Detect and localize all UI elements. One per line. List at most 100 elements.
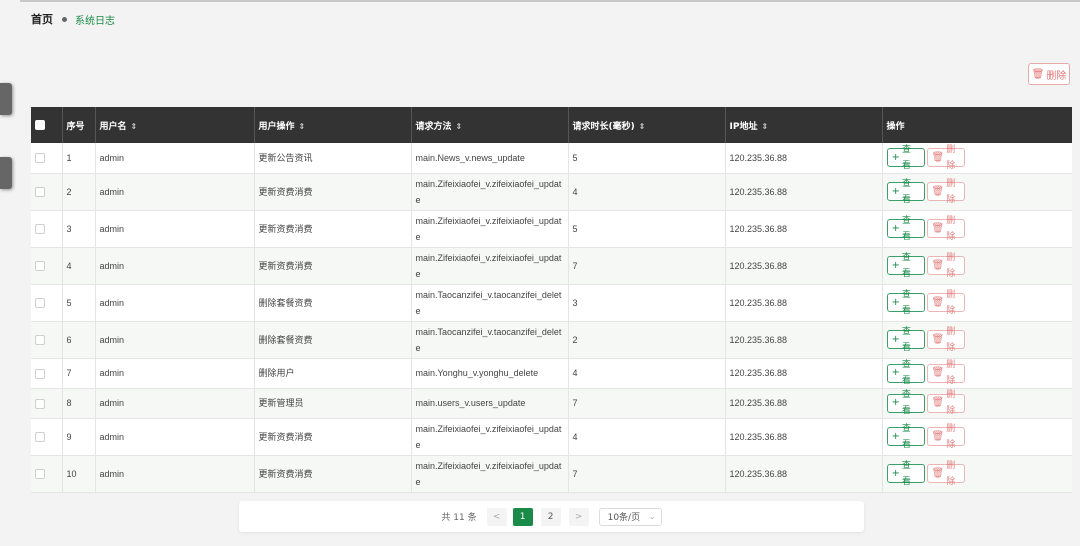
breadcrumb-separator [62, 16, 67, 22]
row-checkbox[interactable] [35, 432, 45, 443]
cell-user: admin [95, 247, 255, 285]
cell-operation: 更新资费消费 [254, 455, 412, 493]
view-button[interactable]: + 查看 [886, 424, 925, 450]
cell-ip: 120.235.36.88 [725, 455, 883, 493]
delete-label: 删除 [946, 390, 956, 416]
column-header-ip[interactable]: IP地址 ⇕ [725, 107, 883, 143]
table-row: 7 admin 删除用户 main.Yonghu_v.yonghu_delete 4 12… [31, 358, 1072, 389]
delete-button[interactable]: 🗑 删除 [926, 390, 965, 416]
sort-icon[interactable]: ⇕ [639, 122, 646, 131]
delete-button[interactable]: 🗑 删除 [926, 216, 965, 242]
delete-button[interactable]: 🗑 删除 [926, 290, 965, 316]
sidebar-toggle-tab[interactable] [0, 83, 12, 115]
pagination: 共 11 条 < 1 2 > 10条/页 ⌄ [239, 501, 864, 532]
delete-label: 删除 [946, 423, 956, 450]
column-header-actions: 操作 [886, 121, 905, 132]
delete-button[interactable]: 🗑 删除 [926, 360, 965, 386]
delete-label: 删除 [946, 215, 956, 242]
batch-delete-button[interactable]: 🗑 删除 [1028, 63, 1070, 85]
view-label: 查看 [901, 144, 911, 171]
row-select-cell [31, 210, 63, 248]
chevron-down-icon: ⌄ [648, 512, 656, 521]
view-button[interactable]: + 查看 [886, 290, 925, 316]
row-checkbox[interactable] [35, 187, 45, 198]
view-button[interactable]: + 查看 [886, 327, 925, 353]
view-label: 查看 [901, 178, 911, 205]
row-checkbox[interactable] [35, 153, 45, 164]
delete-label: 删除 [946, 252, 956, 279]
cell-method: main.Zifeixiaofei_v.zifeixiaofei_update [411, 418, 569, 456]
row-checkbox[interactable] [35, 368, 45, 379]
sort-icon[interactable]: ⇕ [761, 122, 768, 131]
view-button[interactable]: + 查看 [886, 145, 925, 171]
view-button[interactable]: + 查看 [886, 179, 925, 205]
trash-icon: 🗑 [931, 333, 945, 345]
row-checkbox[interactable] [35, 469, 45, 480]
column-header-duration[interactable]: 请求时长(毫秒) ⇕ [568, 107, 726, 143]
log-table-container: 序号 用户名 ⇕ 用户操作 ⇕ 请求方法 ⇕ 请求时长(毫秒) ⇕ IP地址 ⇕ 操作 1… [31, 107, 1072, 493]
trash-icon: 🗑 [931, 185, 945, 197]
view-label: 查看 [901, 289, 911, 316]
page-size-select[interactable]: 10条/页 ⌄ [598, 507, 662, 526]
cell-duration: 4 [568, 418, 726, 456]
cell-no: 9 [62, 418, 96, 456]
cell-actions: + 查看 🗑 删除 [882, 418, 1072, 456]
view-label: 查看 [901, 326, 911, 353]
row-checkbox[interactable] [35, 398, 45, 409]
row-checkbox[interactable] [35, 261, 45, 272]
sort-icon[interactable]: ⇕ [456, 122, 463, 131]
breadcrumb-current: 系统日志 [75, 15, 115, 27]
column-header-operation[interactable]: 用户操作 ⇕ [254, 107, 412, 143]
column-header-user[interactable]: 用户名 ⇕ [95, 107, 255, 143]
cell-user: admin [95, 358, 255, 389]
cell-ip: 120.235.36.88 [725, 321, 883, 359]
page-button-1[interactable]: 1 [512, 507, 533, 526]
delete-label: 删除 [946, 178, 956, 205]
row-select-cell [31, 284, 63, 322]
cell-actions: + 查看 🗑 删除 [882, 284, 1072, 322]
row-select-cell [31, 418, 63, 456]
trash-icon: 🗑 [931, 259, 945, 271]
delete-button[interactable]: 🗑 删除 [926, 253, 965, 279]
view-button[interactable]: + 查看 [886, 461, 925, 487]
view-button[interactable]: + 查看 [886, 390, 925, 416]
delete-button[interactable]: 🗑 删除 [926, 424, 965, 450]
select-all-checkbox[interactable] [35, 119, 45, 130]
delete-button[interactable]: 🗑 删除 [926, 327, 965, 353]
cell-ip: 120.235.36.88 [725, 284, 883, 322]
plus-icon: + [891, 467, 900, 479]
cell-user: admin [95, 321, 255, 359]
prev-page-button[interactable]: < [486, 507, 507, 526]
view-label: 查看 [901, 390, 911, 416]
table-row: 8 admin 更新管理员 main.users_v.users_update 7 120… [31, 388, 1072, 419]
sort-icon[interactable]: ⇕ [299, 122, 306, 131]
trash-icon: 🗑 [931, 397, 945, 408]
cell-method: main.Yonghu_v.yonghu_delete [411, 358, 569, 389]
cell-no: 1 [62, 143, 96, 174]
delete-button[interactable]: 🗑 删除 [926, 461, 965, 487]
view-button[interactable]: + 查看 [886, 360, 925, 386]
sidebar-toggle-tab[interactable] [0, 157, 12, 189]
cell-operation: 更新公告资讯 [254, 143, 412, 174]
cell-actions: + 查看 🗑 删除 [882, 358, 1072, 389]
view-button[interactable]: + 查看 [886, 216, 925, 242]
cell-method: main.Taocanzifei_v.taocanzifei_delete [411, 321, 569, 359]
cell-ip: 120.235.36.88 [725, 173, 883, 211]
row-checkbox[interactable] [35, 298, 45, 309]
plus-icon: + [891, 151, 900, 163]
cell-actions: + 查看 🗑 删除 [882, 173, 1072, 211]
delete-button[interactable]: 🗑 删除 [926, 145, 965, 171]
breadcrumb-home[interactable]: 首页 [31, 11, 53, 27]
cell-no: 10 [62, 455, 96, 493]
column-header-method[interactable]: 请求方法 ⇕ [411, 107, 569, 143]
cell-method: main.Zifeixiaofei_v.zifeixiaofei_update [411, 210, 569, 248]
view-button[interactable]: + 查看 [886, 253, 925, 279]
next-page-button[interactable]: > [568, 507, 589, 526]
sort-icon[interactable]: ⇕ [131, 122, 138, 131]
page-button-2[interactable]: 2 [540, 507, 561, 526]
delete-button[interactable]: 🗑 删除 [926, 179, 965, 205]
trash-icon: 🗑 [931, 151, 945, 163]
row-checkbox[interactable] [35, 224, 45, 235]
row-select-cell [31, 247, 63, 285]
row-checkbox[interactable] [35, 335, 45, 346]
